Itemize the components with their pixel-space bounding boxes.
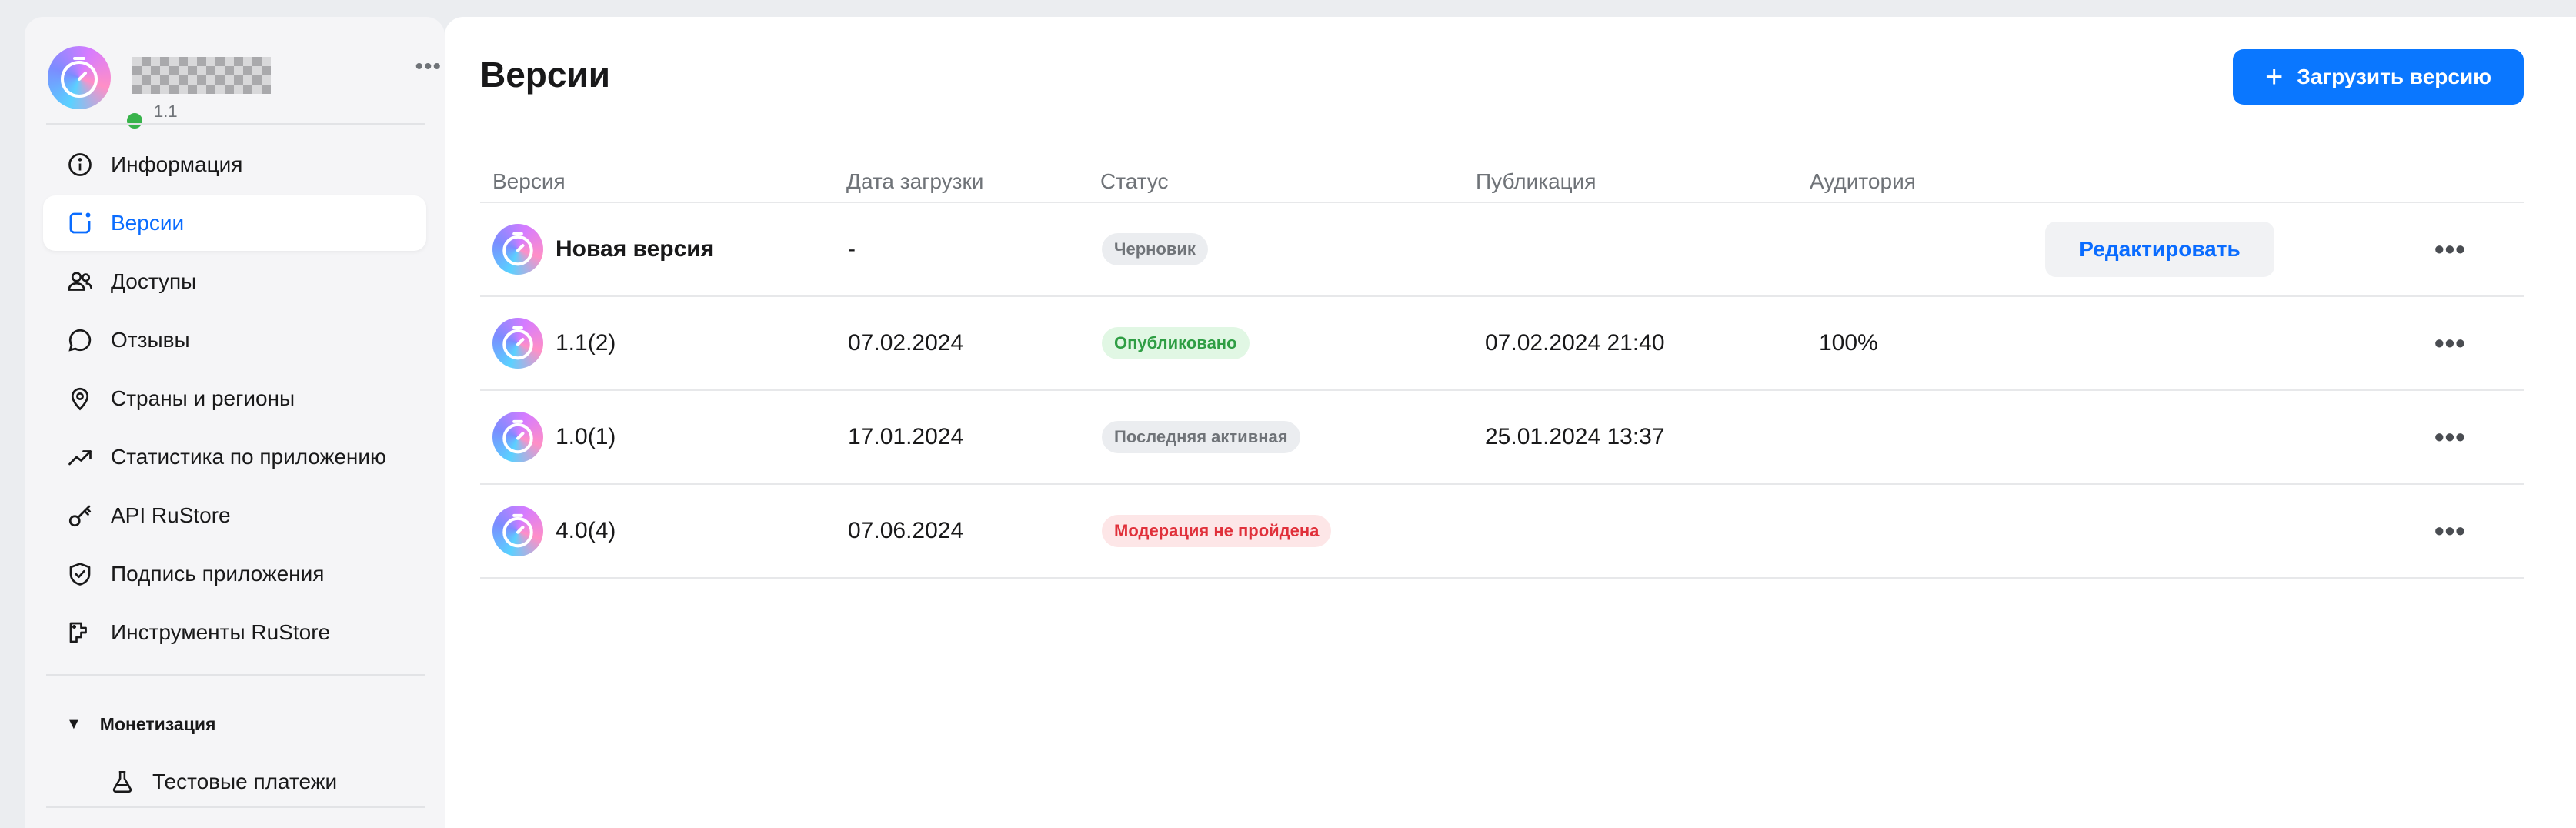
monetization-title: Монетизация [99,714,216,734]
publication-cell: 07.02.2024 21:40 [1485,330,1665,356]
page-title: Версии [480,55,611,95]
trend-icon [66,443,94,471]
audience-cell: 100% [1819,330,1878,356]
row-more-icon[interactable]: ••• [2434,485,2466,577]
upload-date-cell: 07.02.2024 [848,330,964,356]
monetization-section-toggle[interactable]: ▼ Монетизация [66,714,215,735]
sidebar-item-info[interactable]: Информация [43,137,426,192]
sidebar-item-label: Инструменты RuStore [111,620,331,644]
upload-version-button[interactable]: + Загрузить версию [2233,49,2524,105]
status-cell: Опубликовано [1102,297,1250,389]
column-header-publication[interactable]: Публикация [1476,169,1596,194]
flask-icon [109,769,135,795]
users-icon [66,268,94,295]
upload-date-cell: - [848,236,856,262]
app-logo-icon[interactable] [48,46,111,109]
sidebar-item-label: Статистика по приложению [111,445,387,469]
version-name: 1.1(2) [556,330,616,356]
version-cell: 1.0(1) [492,391,616,483]
version-name: 1.0(1) [556,424,616,449]
info-icon [66,151,94,179]
status-badge: Черновик [1102,233,1208,265]
app-name-redacted [132,57,271,94]
upload-date-cell: 07.06.2024 [848,518,964,543]
plus-icon: + [2264,60,2284,94]
app-header: 1.1 ••• [48,43,441,132]
app-version: 1.1 [154,102,178,121]
tools-icon [66,619,94,646]
status-badge: Модерация не пройдена [1102,515,1332,547]
sidebar-item-statistics[interactable]: Статистика по приложению [43,429,426,485]
versions-icon [66,209,94,237]
column-header-audience[interactable]: Аудитория [1810,169,1916,194]
app-version-icon [492,412,543,462]
app-version-icon [492,318,543,369]
sidebar-item-regions[interactable]: Страны и регионы [43,371,426,426]
publication-cell: 25.01.2024 13:37 [1485,424,1665,449]
shield-icon [66,560,94,588]
version-cell: Новая версия [492,203,714,295]
sidebar-item-label: Доступы [111,269,197,293]
column-header-status[interactable]: Статус [1100,169,1169,194]
status-cell: Модерация не пройдена [1102,485,1332,577]
app-page: 1.1 ••• Информация Версии Доступы Отзывы… [0,0,2576,828]
key-icon [66,502,94,529]
main-panel: Версии + Загрузить версию Версия Дата за… [445,17,2576,828]
sidebar: 1.1 ••• Информация Версии Доступы Отзывы… [25,17,445,828]
online-status-dot [123,109,146,132]
sidebar-item-label: Тестовые платежи [152,770,338,793]
more-icon[interactable]: ••• [415,54,442,80]
version-name: 4.0(4) [556,518,616,543]
row-more-icon[interactable]: ••• [2434,203,2466,295]
app-version-icon [492,224,543,275]
version-cell: 1.1(2) [492,297,616,389]
sidebar-nav: Информация Версии Доступы Отзывы Страны … [43,137,426,663]
sidebar-item-label: Подпись приложения [111,562,325,586]
upload-date-cell: 17.01.2024 [848,424,964,449]
upload-version-label: Загрузить версию [2297,65,2492,88]
sidebar-item-label: Информация [111,152,243,176]
sidebar-item-reviews[interactable]: Отзывы [43,312,426,368]
sidebar-divider [46,674,425,676]
sidebar-item-label: API RuStore [111,503,231,527]
triangle-down-icon: ▼ [66,716,82,733]
chat-icon [66,326,94,354]
sidebar-item-test-payments[interactable]: Тестовые платежи [109,766,337,797]
edit-button[interactable]: Редактировать [2045,222,2274,277]
row-more-icon[interactable]: ••• [2434,391,2466,483]
version-cell: 4.0(4) [492,485,616,577]
sidebar-item-label: Версии [111,211,185,235]
location-icon [66,385,94,412]
status-badge: Опубликовано [1102,327,1250,359]
sidebar-item-api[interactable]: API RuStore [43,488,426,543]
status-cell: Последняя активная [1102,391,1300,483]
table-row[interactable]: 1.0(1) 17.01.2024 Последняя активная 25.… [480,391,2524,485]
table-row[interactable]: 4.0(4) 07.06.2024 Модерация не пройдена … [480,485,2524,579]
table-row[interactable]: Новая версия - Черновик Редактировать ••… [480,203,2524,297]
sidebar-item-versions[interactable]: Версии [43,195,426,251]
sidebar-item-label: Страны и регионы [111,386,295,410]
table-header: Версия Дата загрузки Статус Публикация А… [480,140,2524,203]
versions-table: Версия Дата загрузки Статус Публикация А… [480,140,2524,579]
status-badge: Последняя активная [1102,421,1300,453]
status-cell: Черновик [1102,203,1208,295]
sidebar-item-tools[interactable]: Инструменты RuStore [43,605,426,660]
sidebar-item-access[interactable]: Доступы [43,254,426,309]
app-version-icon [492,506,543,556]
version-name: Новая версия [556,236,715,262]
table-row[interactable]: 1.1(2) 07.02.2024 Опубликовано 07.02.202… [480,297,2524,391]
column-header-upload-date[interactable]: Дата загрузки [846,169,983,194]
action-cell: Редактировать [2045,203,2274,295]
sidebar-item-label: Отзывы [111,328,190,352]
sidebar-item-signature[interactable]: Подпись приложения [43,546,426,602]
column-header-version[interactable]: Версия [492,169,566,194]
row-more-icon[interactable]: ••• [2434,297,2466,389]
sidebar-divider [46,123,425,125]
sidebar-divider [46,806,425,808]
